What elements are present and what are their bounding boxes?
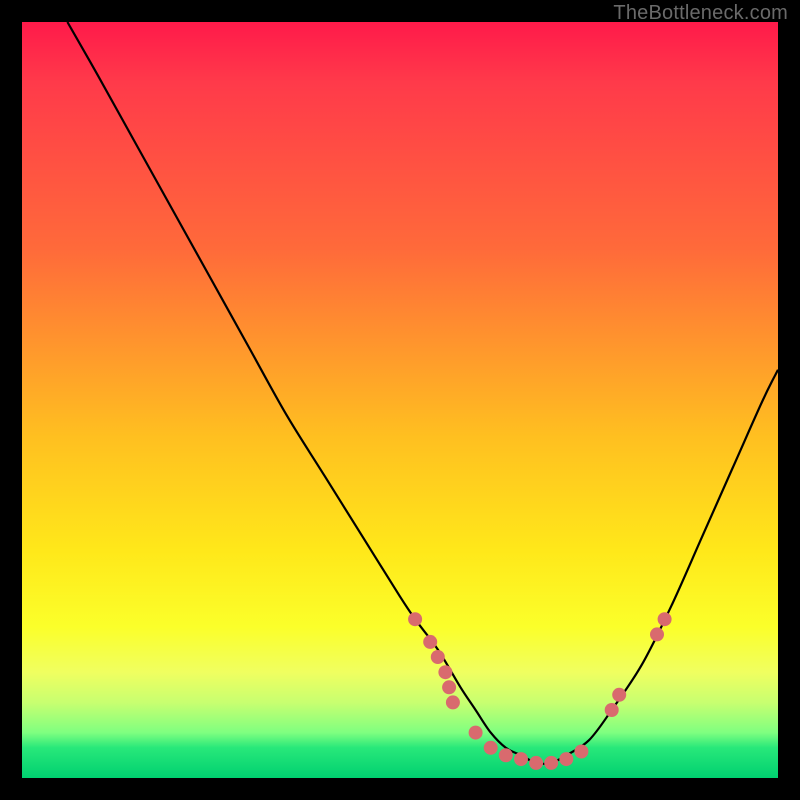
data-point xyxy=(442,680,456,694)
data-point xyxy=(605,703,619,717)
data-point xyxy=(446,695,460,709)
data-point xyxy=(658,612,672,626)
data-point xyxy=(469,726,483,740)
data-point xyxy=(544,756,558,770)
chart-area xyxy=(22,22,778,778)
data-markers xyxy=(408,612,671,770)
data-point xyxy=(529,756,543,770)
data-point xyxy=(431,650,445,664)
data-point xyxy=(438,665,452,679)
data-point xyxy=(423,635,437,649)
data-point xyxy=(408,612,422,626)
data-point xyxy=(612,688,626,702)
data-point xyxy=(650,627,664,641)
data-point xyxy=(499,748,513,762)
data-point xyxy=(514,752,528,766)
bottleneck-plot xyxy=(22,22,778,778)
watermark-text: TheBottleneck.com xyxy=(613,2,788,25)
data-point xyxy=(559,752,573,766)
data-point xyxy=(484,741,498,755)
data-point xyxy=(574,745,588,759)
bottleneck-curve xyxy=(67,22,778,764)
